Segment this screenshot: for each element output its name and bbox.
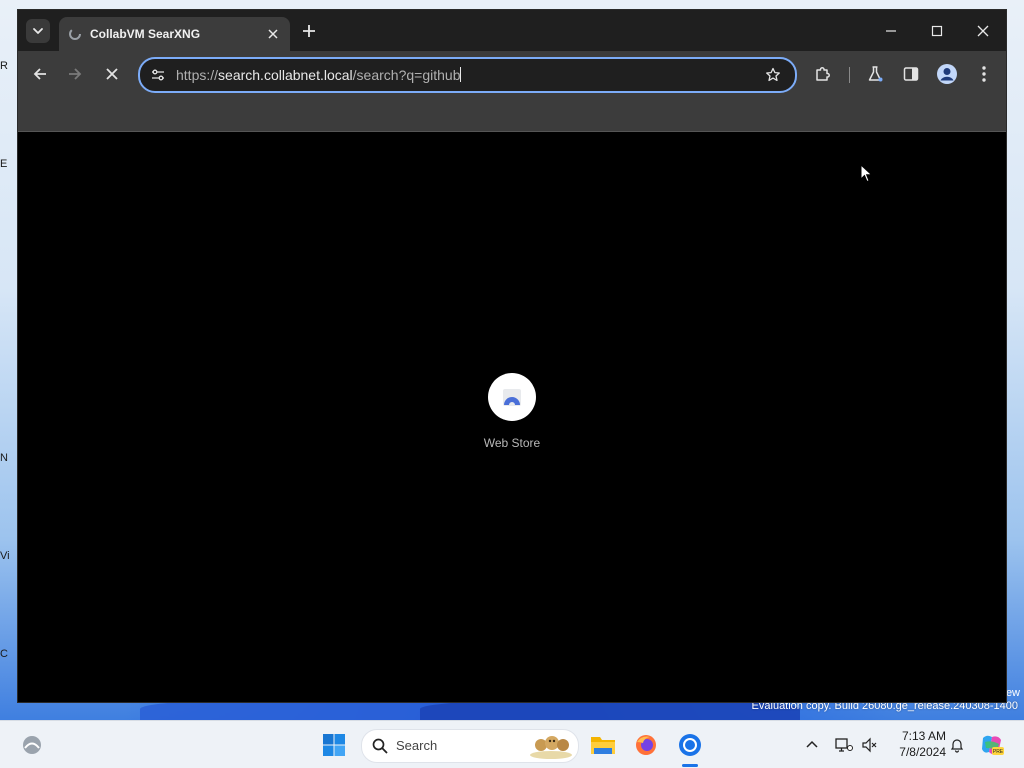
- start-button[interactable]: [318, 729, 350, 761]
- show-hidden-icons-button[interactable]: [796, 729, 828, 761]
- network-icon: [835, 738, 853, 752]
- close-icon: [106, 68, 118, 80]
- taskbar: Search 7:13 AM 7/8/2024 PRE: [0, 720, 1024, 768]
- windows-logo-icon: [323, 734, 345, 756]
- taskbar-search-box[interactable]: Search: [361, 729, 579, 763]
- firefox-button[interactable]: [630, 729, 662, 761]
- more-vertical-icon: [982, 66, 986, 82]
- taskbar-search-label: Search: [396, 738, 438, 753]
- address-bar-url[interactable]: https://search.collabnet.local/search?q=…: [176, 67, 462, 83]
- site-info-button[interactable]: [149, 66, 167, 84]
- maximize-button[interactable]: [923, 18, 951, 44]
- copilot-button[interactable]: PRE: [976, 729, 1008, 761]
- puzzle-icon: [816, 67, 830, 81]
- copilot-icon: PRE: [982, 735, 1004, 755]
- volume-muted-icon: [862, 737, 877, 753]
- folder-icon: [591, 737, 615, 754]
- tab-strip: CollabVM SearXNG: [18, 10, 1006, 51]
- desktop-icon-label-partial[interactable]: C: [0, 648, 18, 660]
- tab-active[interactable]: CollabVM SearXNG: [59, 17, 290, 51]
- avatar-icon: [937, 64, 957, 84]
- back-button[interactable]: [26, 60, 54, 88]
- browser-toolbar: https://search.collabnet.local/search?q=…: [18, 51, 1006, 97]
- tab-close-button[interactable]: [264, 25, 282, 43]
- shortcut-icon-circle: [488, 373, 536, 421]
- url-path: /search?q=github: [352, 67, 461, 83]
- tab-title: CollabVM SearXNG: [90, 27, 201, 41]
- profile-button[interactable]: [933, 60, 961, 88]
- firefox-icon: [636, 735, 656, 755]
- loading-favicon-icon: [69, 28, 81, 40]
- search-highlight-art-icon: [530, 736, 572, 759]
- shortcut-label: Web Store: [483, 436, 541, 450]
- web-store-icon: [503, 389, 521, 406]
- arrow-left-icon: [33, 68, 46, 80]
- star-icon: [766, 67, 780, 82]
- desktop-icon-label-partial[interactable]: N: [0, 452, 18, 464]
- mouse-pointer-icon: [860, 164, 873, 183]
- maximize-icon: [931, 25, 943, 37]
- watermark-fragment: ew: [1005, 687, 1020, 699]
- chevron-down-icon: [33, 28, 43, 34]
- notifications-button[interactable]: [941, 729, 973, 761]
- chrome-menu-button[interactable]: [970, 60, 998, 88]
- labs-button[interactable]: [861, 60, 889, 88]
- side-panel-button[interactable]: [897, 60, 925, 88]
- minimize-icon: [886, 30, 896, 32]
- close-icon: [977, 25, 989, 37]
- desktop-icon-label-partial[interactable]: Vi: [0, 550, 18, 562]
- arrow-right-icon: [69, 68, 82, 80]
- bell-icon: [950, 739, 964, 753]
- extensions-button[interactable]: [809, 60, 837, 88]
- side-panel-icon: [903, 67, 919, 81]
- toolbar-separator: [849, 67, 850, 83]
- tune-icon: [152, 69, 164, 81]
- volume-button[interactable]: [853, 729, 885, 761]
- active-app-indicator: [682, 764, 698, 767]
- search-icon: [372, 738, 388, 754]
- clock-time: 7:13 AM: [901, 729, 946, 743]
- close-icon: [268, 29, 278, 39]
- url-host: search.collabnet.local: [218, 67, 353, 83]
- address-bar[interactable]: https://search.collabnet.local/search?q=…: [138, 57, 797, 93]
- url-scheme: https://: [176, 67, 219, 83]
- tab-search-button[interactable]: [26, 19, 50, 43]
- system-clock[interactable]: 7:13 AM 7/8/2024: [886, 728, 946, 760]
- clock-date: 7/8/2024: [899, 745, 946, 759]
- chrome-taskbar-button[interactable]: [674, 729, 706, 761]
- weather-icon: [23, 736, 41, 754]
- browser-window: CollabVM SearXNG https://search.collabne…: [18, 10, 1006, 702]
- plus-icon: [303, 25, 315, 37]
- stop-loading-button[interactable]: [98, 60, 126, 88]
- desktop-icon-label-partial[interactable]: R: [0, 60, 18, 72]
- bookmark-star-button[interactable]: [763, 65, 783, 85]
- desktop-icon-label-partial[interactable]: E: [0, 158, 18, 170]
- shortcut-tile[interactable]: Web Store: [472, 373, 552, 450]
- file-explorer-button[interactable]: [587, 729, 619, 761]
- widgets-button[interactable]: [16, 729, 48, 761]
- bookmarks-bar: [18, 97, 1006, 132]
- new-tab-button[interactable]: [298, 20, 320, 42]
- chevron-up-icon: [806, 740, 818, 748]
- forward-button[interactable]: [61, 60, 89, 88]
- chrome-icon: [679, 734, 701, 756]
- minimize-button[interactable]: [877, 18, 905, 44]
- text-caret: [460, 67, 462, 82]
- close-window-button[interactable]: [969, 18, 997, 44]
- page-viewport: Web Store: [18, 132, 1006, 702]
- svg-text:PRE: PRE: [993, 749, 1004, 755]
- flask-icon: [868, 66, 883, 82]
